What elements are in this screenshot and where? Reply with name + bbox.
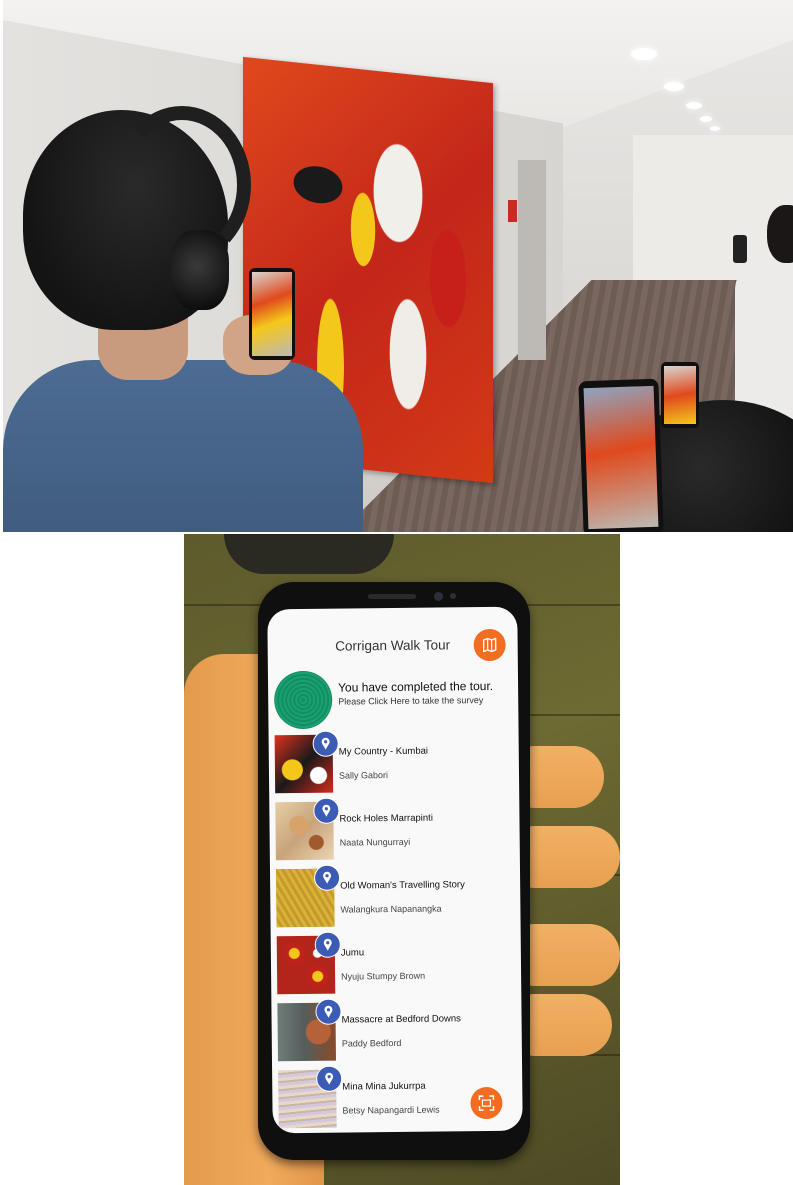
artwork-title: Massacre at Bedford Downs: [341, 1013, 461, 1026]
artwork-title: Jumu: [340, 947, 365, 959]
artwork-artist: Walangkura Napanangka: [340, 903, 442, 915]
artwork-title: Mina Mina Jukurrpa: [342, 1080, 426, 1093]
list-item[interactable]: Old Woman's Travelling Story Walangkura …: [270, 864, 521, 935]
scan-icon: [478, 1095, 495, 1111]
location-pin-icon: [312, 730, 339, 757]
phone-sensor: [450, 593, 456, 599]
list-item[interactable]: Rock Holes Marrapinti Naata Nungurrayi: [269, 797, 520, 868]
ceiling-light: [686, 102, 702, 109]
artwork-artist: Sally Gabori: [338, 770, 389, 781]
doorway: [518, 160, 546, 360]
location-pin-icon: [315, 998, 342, 1025]
artwork-artist: Betsy Napangardi Lewis: [342, 1104, 440, 1116]
phone-speaker: [368, 594, 416, 599]
lamp-base: [224, 534, 394, 574]
artwork-title: Old Woman's Travelling Story: [340, 879, 465, 892]
completion-subtitle: Please Click Here to take the survey: [338, 695, 484, 707]
gallery-photo: [3, 0, 793, 532]
scan-button[interactable]: [470, 1086, 503, 1120]
visitor-right-phone: [733, 235, 747, 263]
artwork-artist: Nyuju Stumpy Brown: [341, 970, 426, 982]
foreground-phone-screen-small: [664, 366, 696, 424]
app-screen: Corrigan Walk Tour You have completed th…: [267, 606, 523, 1134]
map-icon: [482, 637, 497, 653]
visitor-right-head: [767, 205, 793, 263]
visitor-with-headphones: [3, 106, 373, 532]
foreground-phone-screen: [583, 385, 659, 530]
artwork-artist: Naata Nungurrayi: [339, 836, 411, 848]
artwork-list: My Country - Kumbai Sally Gabori Rock Ho…: [269, 730, 523, 1134]
visitor-right-body: [735, 260, 793, 420]
fire-extinguisher-box: [508, 200, 517, 222]
artwork-title: My Country - Kumbai: [338, 745, 429, 758]
ceiling-light: [664, 82, 684, 91]
held-smartphone: [249, 268, 295, 360]
foreground-smartphone: [578, 378, 664, 532]
phone-photo: Corrigan Walk Tour You have completed th…: [184, 534, 620, 1185]
ceiling-light: [710, 126, 720, 131]
visitor-torso: [3, 360, 363, 532]
location-pin-icon: [316, 1065, 343, 1092]
location-pin-icon: [313, 797, 340, 824]
smartphone: Corrigan Walk Tour You have completed th…: [258, 582, 530, 1160]
ceiling-light: [631, 48, 657, 60]
map-button[interactable]: [473, 628, 506, 662]
completion-title: You have completed the tour.: [338, 678, 494, 695]
artwork-title: Rock Holes Marrapinti: [339, 812, 433, 825]
ceiling-light: [700, 116, 712, 122]
concentric-circle-badge-icon: [273, 670, 333, 730]
phone-camera: [434, 592, 443, 601]
location-pin-icon: [313, 864, 341, 891]
list-item[interactable]: My Country - Kumbai Sally Gabori: [269, 730, 520, 801]
foreground-smartphone-small: [661, 362, 699, 428]
list-item[interactable]: Jumu Nyuju Stumpy Brown: [271, 931, 522, 1002]
artwork-artist: Paddy Bedford: [341, 1037, 402, 1049]
headphone-cup: [171, 230, 229, 310]
list-item[interactable]: Massacre at Bedford Downs Paddy Bedford: [271, 998, 522, 1069]
survey-link[interactable]: You have completed the tour. Please Clic…: [273, 669, 515, 732]
held-phone-screen: [252, 272, 292, 356]
location-pin-icon: [314, 931, 341, 958]
